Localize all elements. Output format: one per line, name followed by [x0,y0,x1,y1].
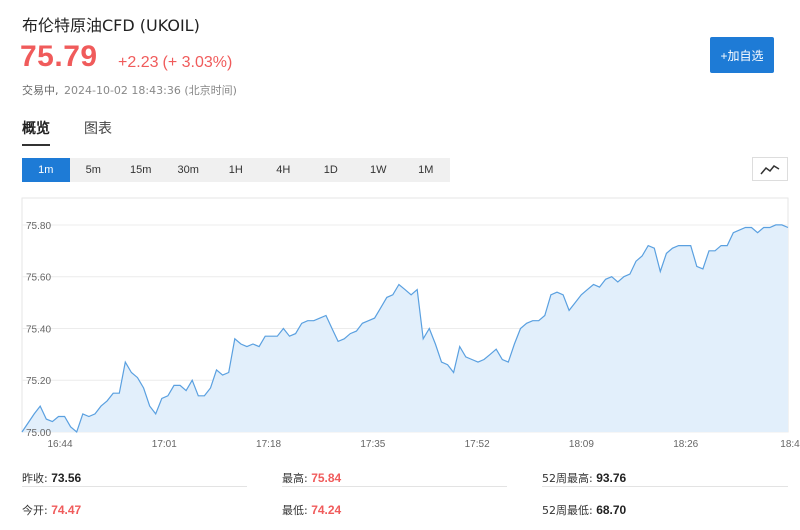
divider [282,486,507,487]
price-change: +2.23 (+ 3.03%) [118,54,232,72]
chart-type-button[interactable] [752,157,788,181]
x-tick-label: 16:44 [47,439,72,450]
stat-low: 最低: 74.24 [282,502,341,518]
interval-4h[interactable]: 4H [260,158,308,182]
instrument-title: 布伦特原油CFD (UKOIL) [22,16,200,35]
y-tick-label: 75.40 [26,324,51,335]
stat-value: 93.76 [596,471,627,485]
tab-chart[interactable]: 图表 [84,118,112,146]
stat-52w-high: 52周最高: 93.76 [542,470,626,486]
interval-1w[interactable]: 1W [355,158,403,182]
stat-value: 68.70 [596,503,627,517]
add-to-watchlist-button[interactable]: +加自选 [710,37,774,73]
tab-overview[interactable]: 概览 [22,118,50,146]
stat-open: 今开: 74.47 [22,502,81,518]
x-tick-label: 18:09 [569,439,594,450]
stat-value: 74.24 [311,503,342,517]
y-tick-label: 75.80 [26,221,51,232]
stat-value: 75.84 [311,471,342,485]
stat-value: 73.56 [51,471,82,485]
status-label: 交易中, [22,84,59,97]
y-tick-label: 75.60 [26,273,51,284]
x-tick-label: 17:35 [360,439,385,450]
y-tick-label: 75.20 [26,376,51,387]
line-chart-icon [760,165,780,175]
stat-label: 52周最高: [542,472,597,485]
stat-label: 昨收: [22,472,52,485]
stats-row-2: 今开: 74.47 最低: 74.24 52周最低: 68.70 [22,494,788,526]
change-percent: (+ 3.03%) [162,54,233,71]
interval-1mo[interactable]: 1M [402,158,450,182]
stat-value: 74.47 [51,503,82,517]
stat-prev-close: 昨收: 73.56 [22,470,81,486]
interval-selector: 1m 5m 15m 30m 1H 4H 1D 1W 1M [22,158,450,182]
x-tick-label: 17:01 [152,439,177,450]
change-value: +2.23 [118,54,159,71]
x-tick-label: 17:52 [465,439,490,450]
stat-label: 52周最低: [542,504,597,517]
stats-row-1: 昨收: 73.56 最高: 75.84 52周最高: 93.76 [22,462,788,494]
last-price: 75.79 [20,40,98,73]
x-tick-label: 18:26 [673,439,698,450]
interval-1d[interactable]: 1D [307,158,355,182]
trading-status: 交易中, 2024-10-02 18:43:36 (北京时间) [22,82,237,98]
interval-30m[interactable]: 30m [165,158,213,182]
interval-15m[interactable]: 15m [117,158,165,182]
interval-5m[interactable]: 5m [70,158,118,182]
stat-52w-low: 52周最低: 68.70 [542,502,626,518]
x-axis: 16:44 17:01 17:18 17:35 17:52 18:09 18:26 18:4 [47,439,800,450]
y-axis: 75.00 75.20 75.40 75.60 75.80 [26,221,51,439]
interval-1m[interactable]: 1m [22,158,70,182]
view-tabs: 概览 图表 [22,118,112,146]
interval-1h[interactable]: 1H [212,158,260,182]
timestamp: 2024-10-02 18:43:36 (北京时间) [64,84,237,97]
y-tick-label: 75.00 [26,428,51,439]
divider [22,486,247,487]
stat-high: 最高: 75.84 [282,470,341,486]
stat-label: 最低: [282,504,312,517]
x-tick-label: 18:4 [780,439,800,450]
stat-label: 今开: [22,504,52,517]
stat-label: 最高: [282,472,312,485]
intraday-price-chart[interactable]: 75.00 75.20 75.40 75.60 75.80 16:44 17:01 17:1… [0,196,800,454]
quote-stats: 昨收: 73.56 最高: 75.84 52周最高: 93.76 今开: 74.… [0,462,800,526]
divider [542,486,788,487]
x-tick-label: 17:18 [256,439,281,450]
